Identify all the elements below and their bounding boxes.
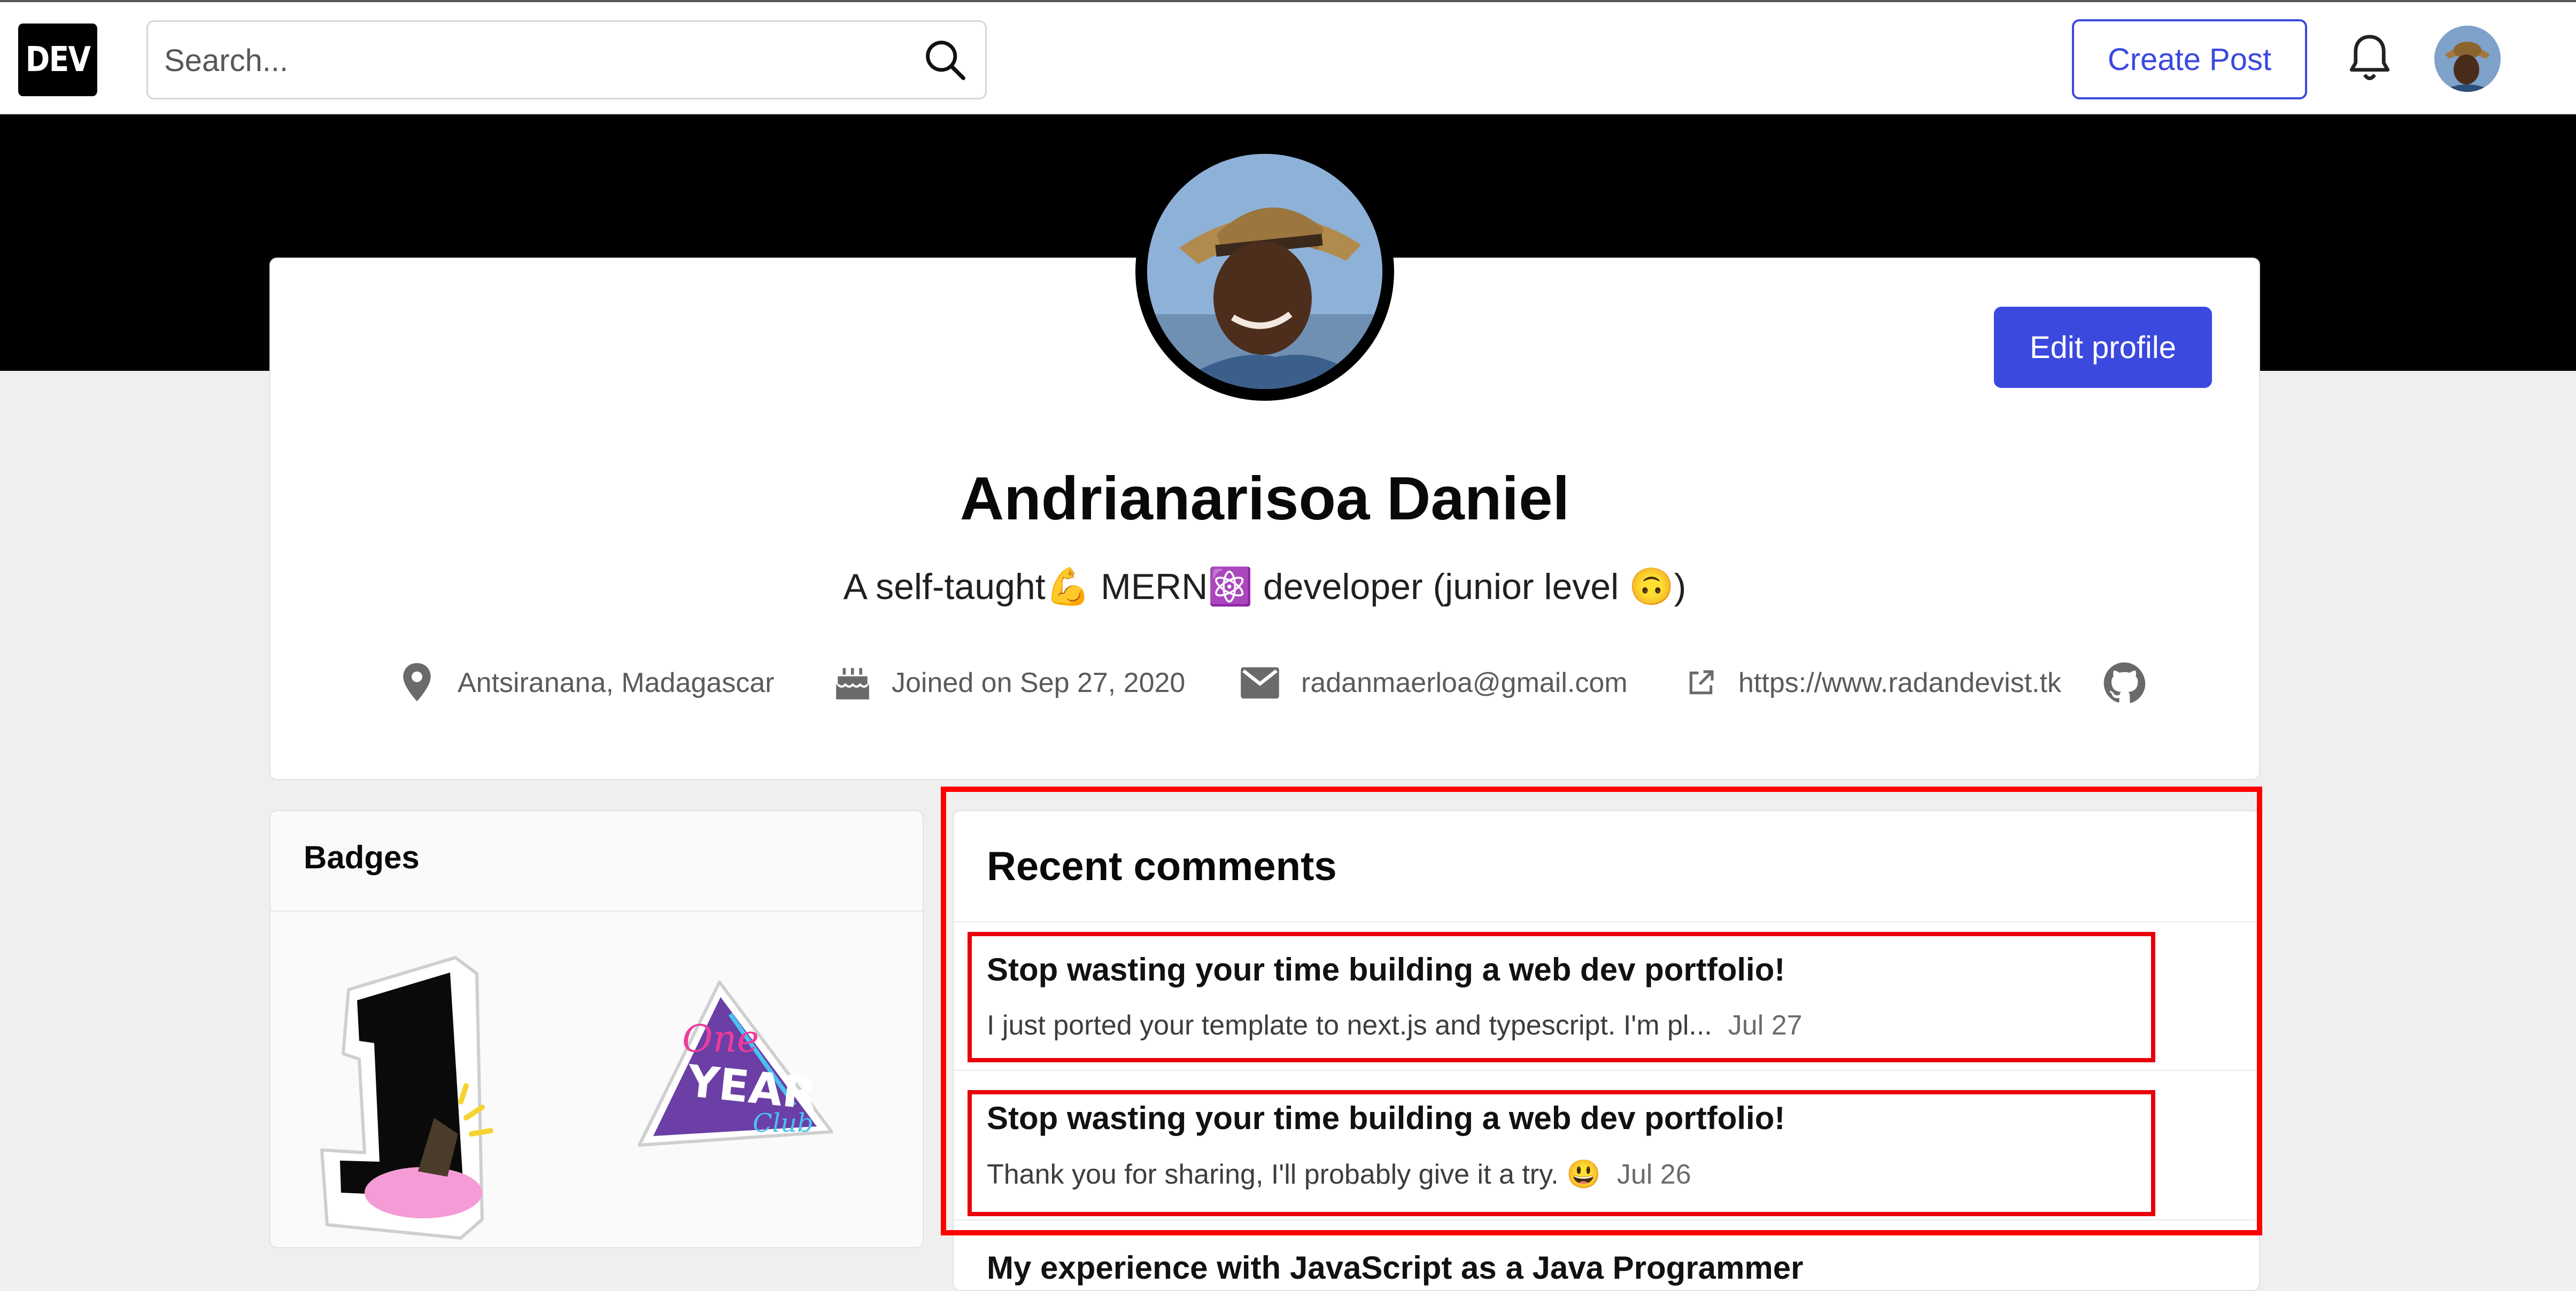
comment-date: Jul 26: [1616, 1159, 1691, 1190]
comments-divider: [954, 921, 2259, 922]
location-meta: Antsiranana, Madagascar: [398, 662, 775, 704]
github-icon[interactable]: [2103, 662, 2146, 704]
comment-article-title[interactable]: Stop wasting your time building a web de…: [987, 1100, 2216, 1137]
email-meta: radanmaerloa@gmail.com: [1239, 662, 1628, 704]
email-link[interactable]: radanmaerloa@gmail.com: [1301, 667, 1628, 699]
comment-body: I just ported your template to next.js a…: [987, 1009, 2216, 1041]
badges-divider: [270, 911, 923, 912]
profile-name: Andrianarisoa Daniel: [960, 465, 1570, 533]
user-avatar[interactable]: [2434, 26, 2501, 92]
recent-comments-card: Recent comments Stop wasting your time b…: [953, 810, 2260, 1291]
badges-card: Badges One YEAR Club: [269, 810, 924, 1248]
top-navigation-bar: DEV Create Post: [0, 0, 2576, 114]
comment-date: Jul 27: [1728, 1010, 1803, 1041]
edit-profile-button[interactable]: Edit profile: [1994, 307, 2212, 388]
website-meta: https://www.radandevist.tk: [1686, 662, 2061, 704]
svg-text:Club: Club: [753, 1108, 814, 1138]
badge-one-icon[interactable]: [316, 942, 539, 1241]
search-box[interactable]: [146, 20, 987, 99]
profile-avatar: [1135, 142, 1394, 401]
create-post-button[interactable]: Create Post: [2072, 19, 2307, 99]
location-pin-icon: [403, 663, 431, 702]
search-icon[interactable]: [923, 38, 967, 82]
email-icon: [1241, 667, 1279, 699]
dev-logo[interactable]: DEV: [18, 24, 97, 96]
comment-article-title[interactable]: Stop wasting your time building a web de…: [987, 951, 2216, 988]
comments-divider: [954, 1070, 2259, 1071]
recent-comments-title: Recent comments: [987, 844, 1337, 889]
notifications-bell-icon[interactable]: [2346, 32, 2394, 85]
comments-divider: [954, 1219, 2259, 1220]
search-input[interactable]: [163, 22, 903, 99]
external-link-icon: [1689, 670, 1714, 695]
website-link[interactable]: https://www.radandevist.tk: [1738, 667, 2061, 699]
badge-one-year-club-icon[interactable]: One YEAR Club: [634, 971, 842, 1153]
joined-text: Joined on Sep 27, 2020: [892, 667, 1186, 698]
cake-icon: [836, 668, 869, 699]
comment-item[interactable]: Stop wasting your time building a web de…: [987, 1100, 2216, 1191]
joined-meta: Joined on Sep 27, 2020: [833, 662, 1185, 704]
comment-article-title[interactable]: My experience with JavaScript as a Java …: [987, 1249, 2216, 1286]
comment-item[interactable]: Stop wasting your time building a web de…: [987, 951, 2216, 1041]
profile-bio: A self-taught💪 MERN⚛️ developer (junior …: [843, 566, 1687, 607]
comment-body: Thank you for sharing, I'll probably giv…: [987, 1158, 2216, 1191]
comment-item[interactable]: My experience with JavaScript as a Java …: [987, 1249, 2216, 1286]
location-text: Antsiranana, Madagascar: [458, 667, 775, 698]
badges-title: Badges: [304, 839, 420, 875]
comment-excerpt: Thank you for sharing, I'll probably giv…: [987, 1159, 1601, 1190]
comment-excerpt: I just ported your template to next.js a…: [987, 1010, 1712, 1041]
svg-text:One: One: [682, 1017, 759, 1061]
